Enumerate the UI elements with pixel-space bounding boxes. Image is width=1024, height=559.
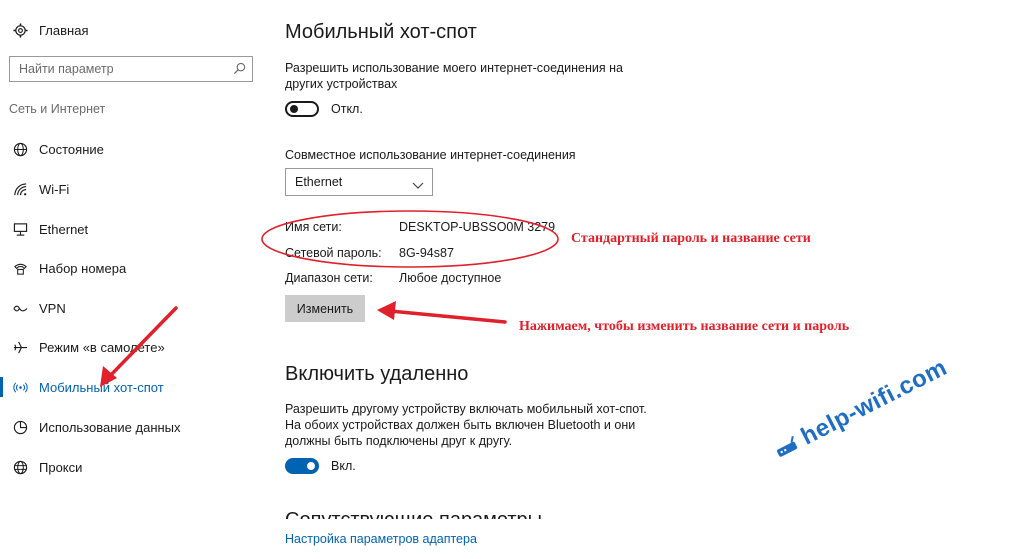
annotation-button: Нажимаем, чтобы изменить название сети и… <box>519 319 850 334</box>
arrow-to-button-head <box>377 301 396 320</box>
arrow-to-button <box>388 309 507 324</box>
highlight-ellipse <box>261 210 559 268</box>
annotation-overlay <box>100 210 559 387</box>
arrow-to-sidebar <box>106 306 178 380</box>
annotation-password: Стандартный пароль и название сети <box>571 231 811 246</box>
